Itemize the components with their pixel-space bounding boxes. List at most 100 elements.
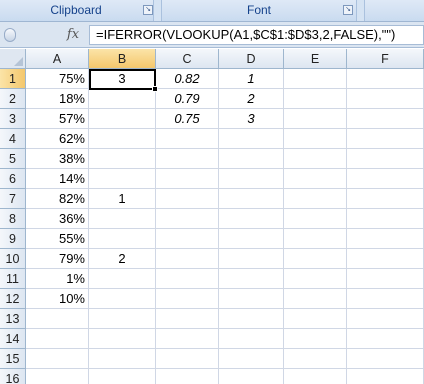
cell-f13[interactable]: [347, 309, 424, 329]
cell-b13[interactable]: [89, 309, 156, 329]
cell-a2[interactable]: 18%: [26, 89, 89, 109]
row-header-4[interactable]: 4: [0, 129, 26, 149]
column-header-a[interactable]: A: [26, 49, 89, 69]
cell-e8[interactable]: [284, 209, 347, 229]
cell-a7[interactable]: 82%: [26, 189, 89, 209]
cell-c9[interactable]: [156, 229, 219, 249]
cell-f12[interactable]: [347, 289, 424, 309]
cell-e16[interactable]: [284, 369, 347, 384]
cell-f5[interactable]: [347, 149, 424, 169]
column-header-b[interactable]: B: [89, 49, 156, 69]
cell-f1[interactable]: [347, 69, 424, 89]
cell-a6[interactable]: 14%: [26, 169, 89, 189]
formula-input[interactable]: =IFERROR(VLOOKUP(A1,$C$1:$D$3,2,FALSE),"…: [89, 25, 424, 45]
cell-c3[interactable]: 0.75: [156, 109, 219, 129]
cell-e7[interactable]: [284, 189, 347, 209]
insert-function-icon[interactable]: fx: [60, 26, 86, 44]
cell-e14[interactable]: [284, 329, 347, 349]
row-header-1[interactable]: 1: [0, 69, 26, 89]
cell-e13[interactable]: [284, 309, 347, 329]
cell-e3[interactable]: [284, 109, 347, 129]
cell-f16[interactable]: [347, 369, 424, 384]
name-box-grip[interactable]: [4, 28, 16, 42]
cell-e5[interactable]: [284, 149, 347, 169]
cell-c10[interactable]: [156, 249, 219, 269]
row-header-16[interactable]: 16: [0, 369, 26, 384]
cell-f8[interactable]: [347, 209, 424, 229]
cell-d10[interactable]: [219, 249, 284, 269]
cell-e10[interactable]: [284, 249, 347, 269]
cell-f7[interactable]: [347, 189, 424, 209]
cell-b9[interactable]: [89, 229, 156, 249]
cell-a14[interactable]: [26, 329, 89, 349]
cell-c12[interactable]: [156, 289, 219, 309]
cell-b3[interactable]: [89, 109, 156, 129]
cell-a10[interactable]: 79%: [26, 249, 89, 269]
cell-e1[interactable]: [284, 69, 347, 89]
cell-d11[interactable]: [219, 269, 284, 289]
row-header-7[interactable]: 7: [0, 189, 26, 209]
cell-c5[interactable]: [156, 149, 219, 169]
cell-e6[interactable]: [284, 169, 347, 189]
cell-a15[interactable]: [26, 349, 89, 369]
row-header-6[interactable]: 6: [0, 169, 26, 189]
cell-e4[interactable]: [284, 129, 347, 149]
cell-f10[interactable]: [347, 249, 424, 269]
cell-d7[interactable]: [219, 189, 284, 209]
row-header-9[interactable]: 9: [0, 229, 26, 249]
cell-d14[interactable]: [219, 329, 284, 349]
cell-f9[interactable]: [347, 229, 424, 249]
cell-e12[interactable]: [284, 289, 347, 309]
cell-d2[interactable]: 2: [219, 89, 284, 109]
row-header-10[interactable]: 10: [0, 249, 26, 269]
cell-d9[interactable]: [219, 229, 284, 249]
cell-b4[interactable]: [89, 129, 156, 149]
column-header-f[interactable]: F: [347, 49, 424, 69]
cell-b2[interactable]: [89, 89, 156, 109]
cell-b12[interactable]: [89, 289, 156, 309]
cell-f14[interactable]: [347, 329, 424, 349]
font-dialog-launcher-icon[interactable]: ↘: [343, 5, 353, 15]
cell-d4[interactable]: [219, 129, 284, 149]
cell-c16[interactable]: [156, 369, 219, 384]
cell-e9[interactable]: [284, 229, 347, 249]
cell-a12[interactable]: 10%: [26, 289, 89, 309]
cell-c1[interactable]: 0.82: [156, 69, 219, 89]
cell-d8[interactable]: [219, 209, 284, 229]
cell-d16[interactable]: [219, 369, 284, 384]
cell-b8[interactable]: [89, 209, 156, 229]
cell-e15[interactable]: [284, 349, 347, 369]
cell-d5[interactable]: [219, 149, 284, 169]
cell-b7[interactable]: 1: [89, 189, 156, 209]
cell-c4[interactable]: [156, 129, 219, 149]
row-header-2[interactable]: 2: [0, 89, 26, 109]
cell-c11[interactable]: [156, 269, 219, 289]
cell-d12[interactable]: [219, 289, 284, 309]
cell-a3[interactable]: 57%: [26, 109, 89, 129]
cell-b5[interactable]: [89, 149, 156, 169]
cell-a1[interactable]: 75%: [26, 69, 89, 89]
cell-d15[interactable]: [219, 349, 284, 369]
row-header-14[interactable]: 14: [0, 329, 26, 349]
cell-a13[interactable]: [26, 309, 89, 329]
clipboard-dialog-launcher-icon[interactable]: ↘: [143, 5, 153, 15]
row-header-13[interactable]: 13: [0, 309, 26, 329]
cell-f2[interactable]: [347, 89, 424, 109]
cell-a11[interactable]: 1%: [26, 269, 89, 289]
cell-d1[interactable]: 1: [219, 69, 284, 89]
cell-f4[interactable]: [347, 129, 424, 149]
column-header-e[interactable]: E: [284, 49, 347, 69]
cell-b10[interactable]: 2: [89, 249, 156, 269]
cell-e11[interactable]: [284, 269, 347, 289]
fill-handle[interactable]: [152, 86, 158, 92]
select-all-corner[interactable]: [0, 49, 26, 69]
column-header-d[interactable]: D: [219, 49, 284, 69]
cell-a8[interactable]: 36%: [26, 209, 89, 229]
cell-a16[interactable]: [26, 369, 89, 384]
row-header-12[interactable]: 12: [0, 289, 26, 309]
cell-c6[interactable]: [156, 169, 219, 189]
row-header-15[interactable]: 15: [0, 349, 26, 369]
cell-b1[interactable]: 3: [89, 69, 156, 89]
cell-c14[interactable]: [156, 329, 219, 349]
row-header-8[interactable]: 8: [0, 209, 26, 229]
